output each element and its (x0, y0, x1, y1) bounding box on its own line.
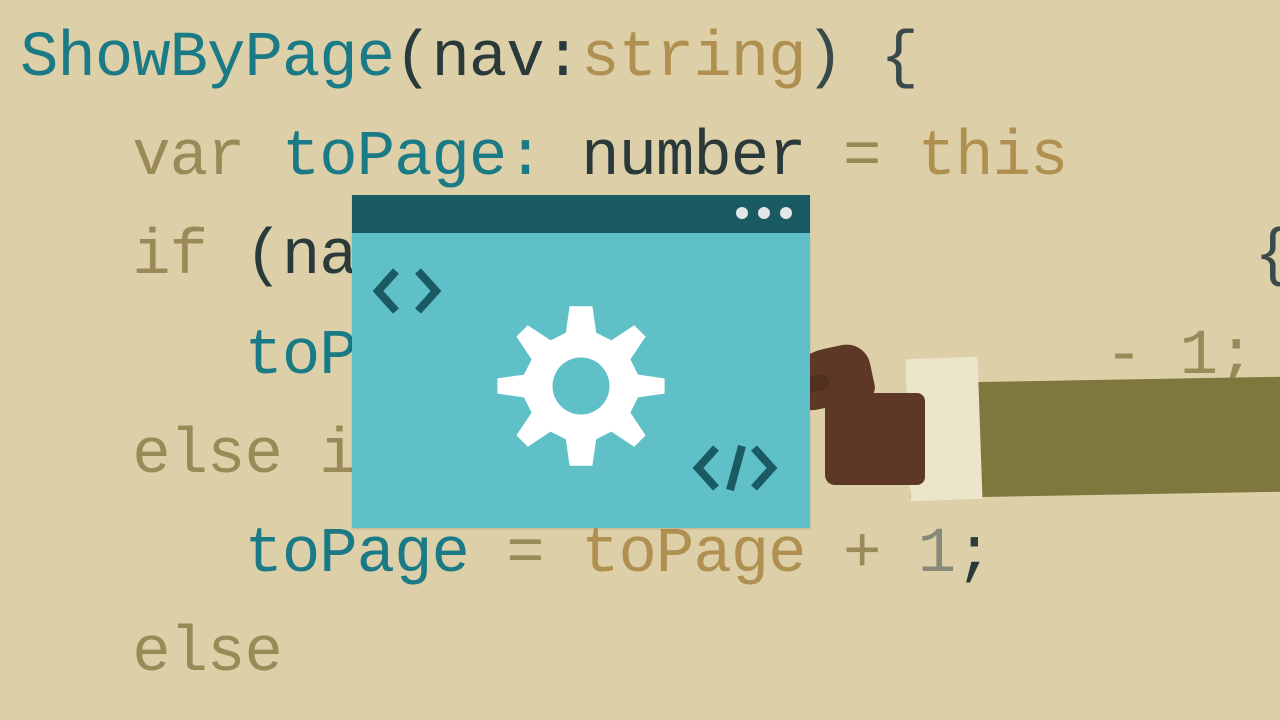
gear-icon (486, 291, 676, 481)
code-semi6: ; (955, 519, 992, 591)
code-arg: nav (431, 23, 543, 95)
code-paren3: ( (207, 221, 282, 293)
window-body (352, 233, 810, 528)
code-num6: 1 (918, 519, 955, 591)
code-kw-var: var (132, 122, 244, 194)
window-dot-icon (736, 207, 748, 219)
arm-illustration (800, 320, 1280, 495)
window-dot-icon (758, 207, 770, 219)
code-colon: : (544, 23, 581, 95)
window-controls (736, 207, 792, 219)
code-indent (20, 122, 132, 194)
code-indent4 (20, 321, 244, 393)
hand (790, 348, 925, 490)
app-window (352, 195, 810, 528)
window-dot-icon (780, 207, 792, 219)
code-var-name: toPage (244, 122, 506, 194)
code-kw-else: else (132, 618, 282, 690)
code-open-tag-icon (372, 263, 444, 319)
code-indent6 (20, 519, 244, 591)
code-func: ShowByPage (20, 23, 394, 95)
code-indent7 (20, 618, 132, 690)
code-lhs6: toPage (244, 519, 468, 591)
code-eq: = (806, 122, 918, 194)
code-paren: ( (394, 23, 431, 95)
code-type-number: number (581, 122, 805, 194)
code-type: string (581, 23, 805, 95)
code-eq6: = (469, 519, 581, 591)
code-op6: + (806, 519, 918, 591)
palm (825, 393, 925, 485)
code-this: this (918, 122, 1068, 194)
code-colon2: : (506, 122, 581, 194)
code-close-tag-icon (690, 436, 782, 500)
code-indent3 (20, 221, 132, 293)
window-titlebar (352, 195, 810, 233)
code-indent5 (20, 420, 132, 492)
code-brace: ) { (806, 23, 918, 95)
code-rhs6: toPage (581, 519, 805, 591)
code-kw-if: if (132, 221, 207, 293)
